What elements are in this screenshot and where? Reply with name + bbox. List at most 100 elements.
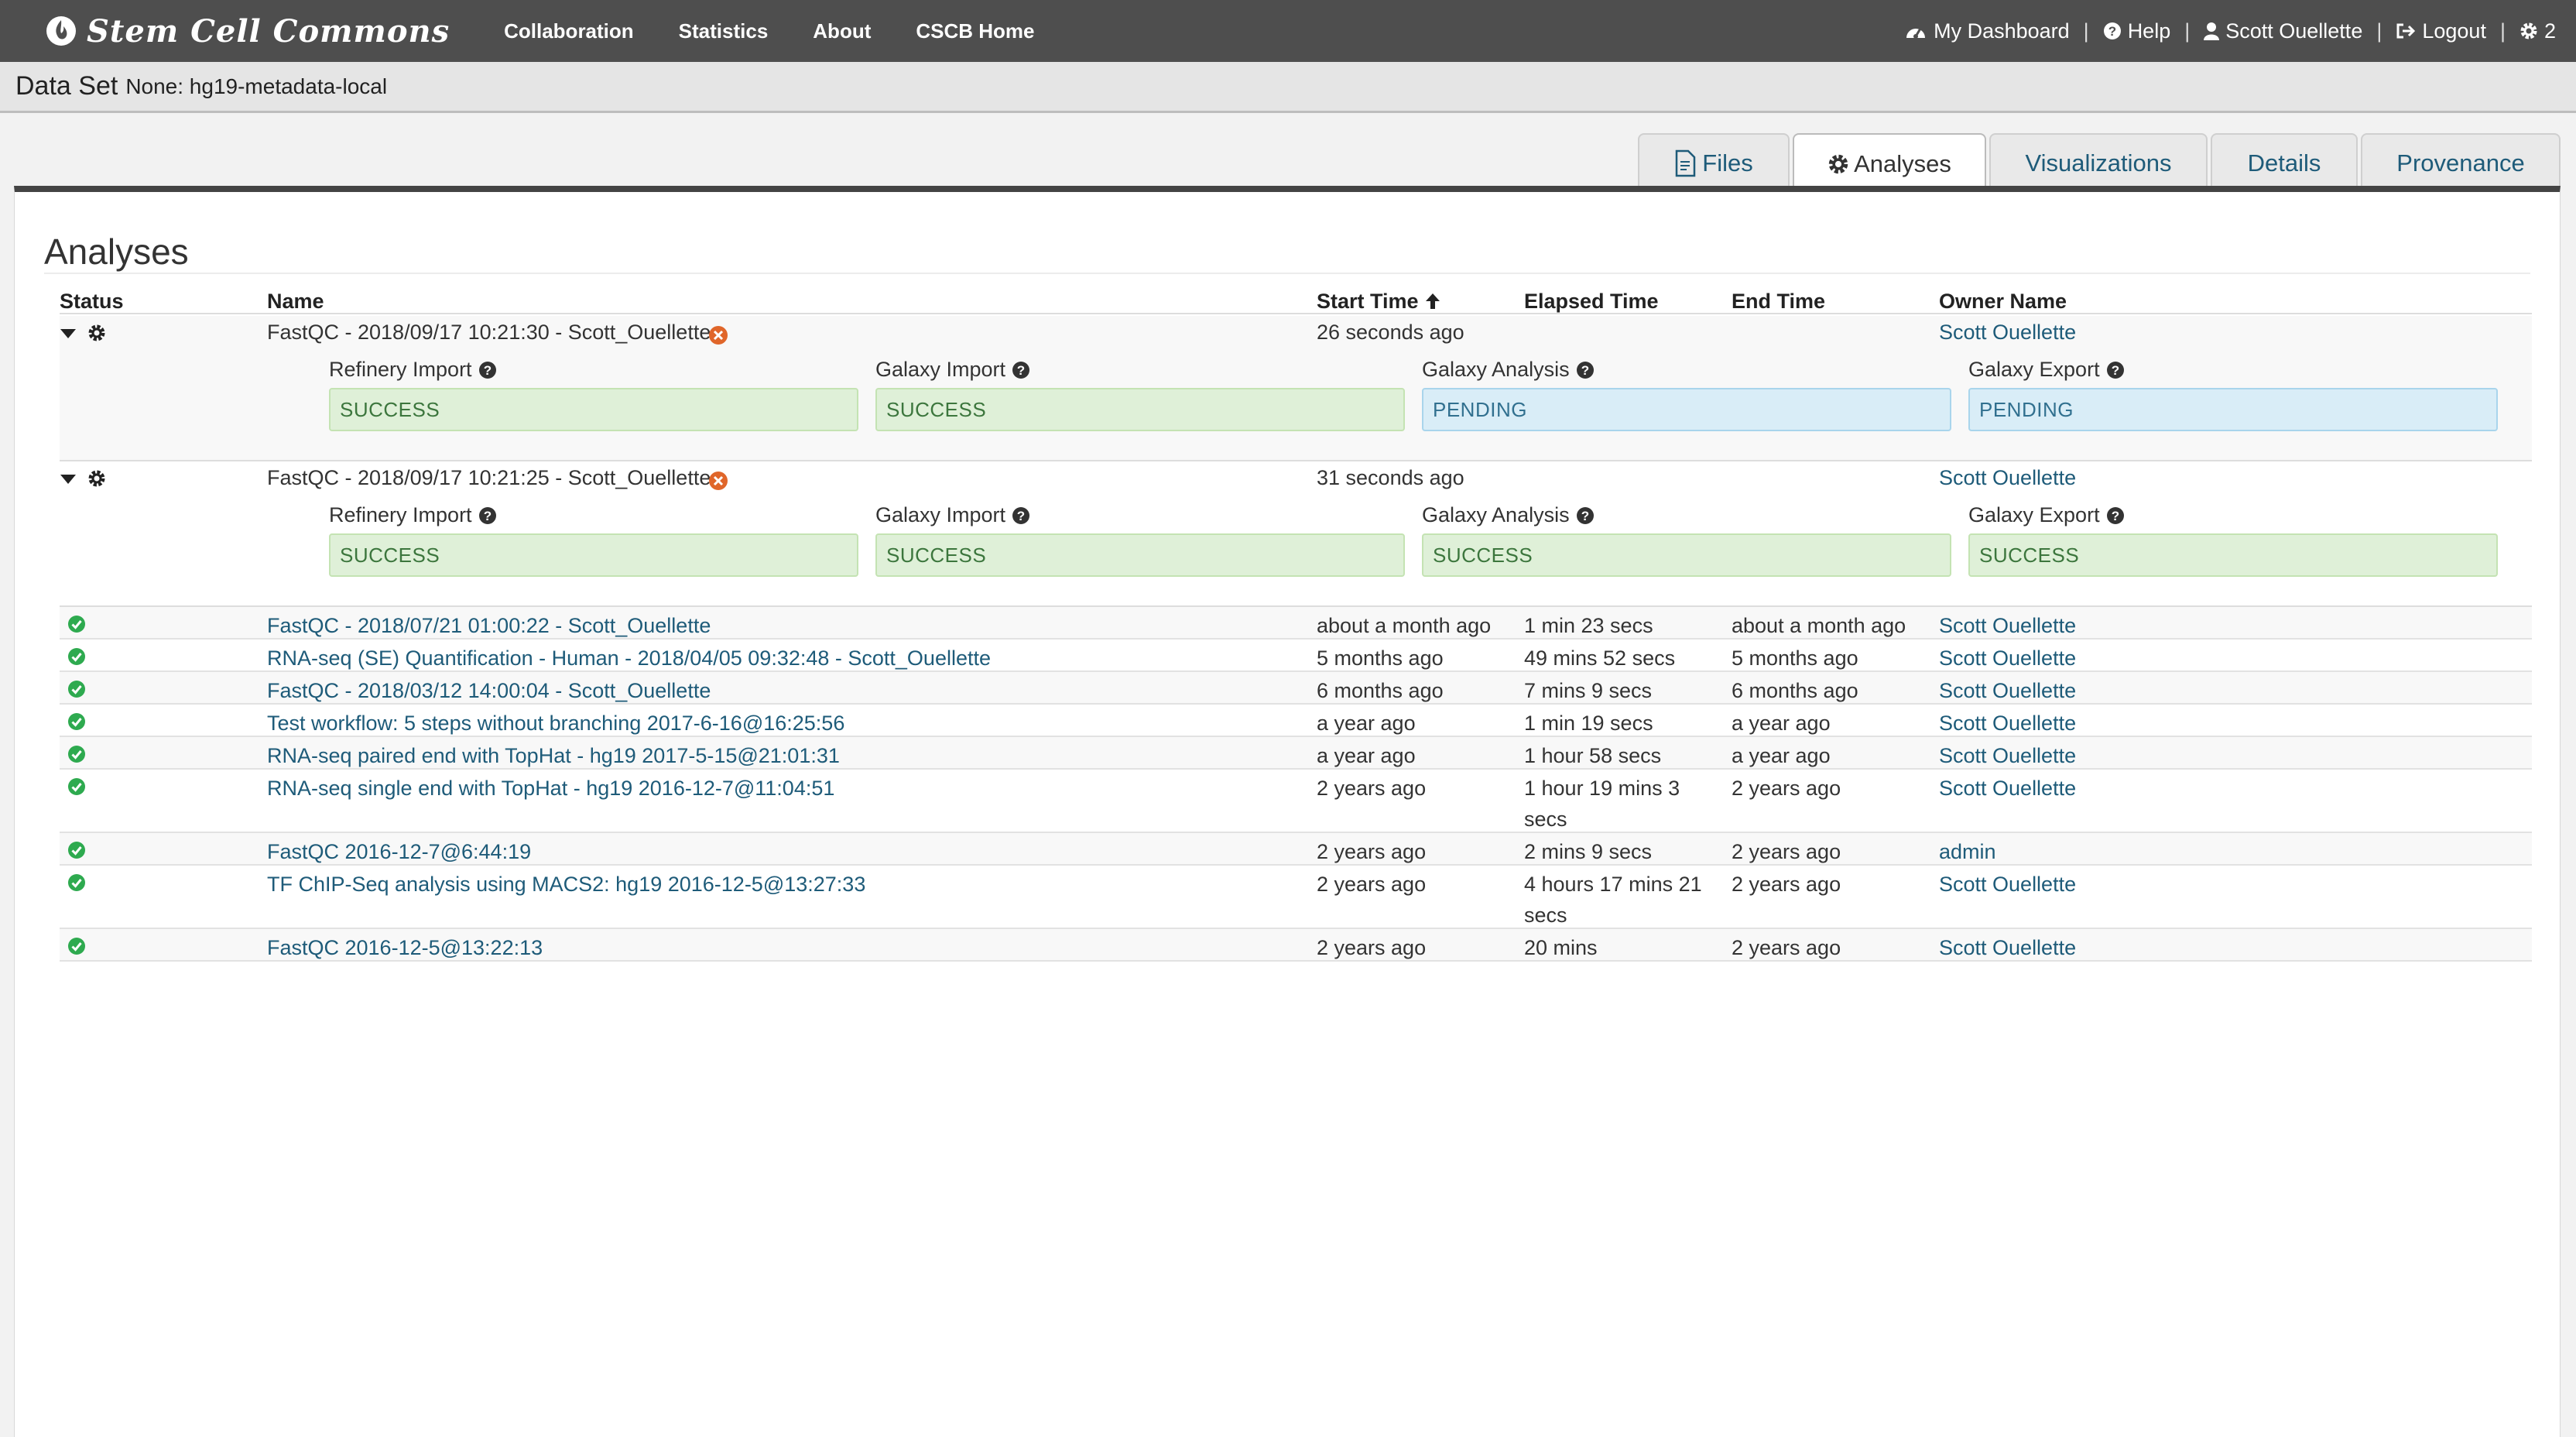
stage-galaxy-analysis: Galaxy Analysis? SUCCESS xyxy=(1422,503,1951,577)
end-time: 5 months ago xyxy=(1732,646,1858,670)
end-time: 2 years ago xyxy=(1732,840,1841,863)
elapsed-time: 49 mins 52 secs xyxy=(1524,646,1676,670)
question-circle-icon[interactable]: ? xyxy=(1012,361,1030,379)
cancel-circle-icon[interactable] xyxy=(708,471,728,491)
owner-link[interactable]: Scott Ouellette xyxy=(1939,708,2076,739)
start-time: 31 seconds ago xyxy=(1317,466,1464,489)
owner-link[interactable]: Scott Ouellette xyxy=(1939,466,2076,490)
arrow-up-icon xyxy=(1426,293,1440,309)
dataset-label: Data Set xyxy=(15,71,118,101)
dashboard-link[interactable]: My Dashboard xyxy=(1904,19,2070,43)
column-end-time[interactable]: End Time xyxy=(1732,290,1825,314)
svg-text:?: ? xyxy=(1581,363,1588,378)
question-circle-icon[interactable]: ? xyxy=(2106,361,2125,379)
column-elapsed-time[interactable]: Elapsed Time xyxy=(1524,290,1659,314)
analysis-name-link[interactable]: RNA-seq (SE) Quantification - Human - 20… xyxy=(267,643,991,674)
svg-text:?: ? xyxy=(2108,24,2115,39)
owner-link[interactable]: Scott Ouellette xyxy=(1939,740,2076,771)
nav-about[interactable]: About xyxy=(813,19,871,43)
question-circle-icon: ? xyxy=(2103,22,2121,39)
cancel-circle-icon[interactable] xyxy=(708,325,728,345)
owner-link[interactable]: Scott Ouellette xyxy=(1939,643,2076,674)
nav-collaboration[interactable]: Collaboration xyxy=(504,19,634,43)
stage-status: PENDING xyxy=(1968,388,2498,431)
help-link[interactable]: ? Help xyxy=(2103,19,2170,43)
question-circle-icon[interactable]: ? xyxy=(1576,506,1595,525)
user-name: Scott Ouellette xyxy=(2225,19,2363,43)
tab-visualizations-label: Visualizations xyxy=(2025,149,2172,177)
elapsed-time-wrap: secs xyxy=(1524,904,1567,927)
tab-analyses[interactable]: Analyses xyxy=(1793,133,1986,194)
column-owner-name[interactable]: Owner Name xyxy=(1939,290,2067,314)
question-circle-icon[interactable]: ? xyxy=(2106,506,2125,525)
stage-title: Galaxy Import xyxy=(875,358,1006,381)
analysis-name-link[interactable]: FastQC 2016-12-5@13:22:13 xyxy=(267,932,543,963)
start-time: 26 seconds ago xyxy=(1317,321,1464,344)
caret-down-icon[interactable] xyxy=(60,328,77,339)
table-row: RNA-seq (SE) Quantification - Human - 20… xyxy=(60,640,2532,672)
analysis-name-link[interactable]: FastQC - 2018/03/12 14:00:04 - Scott_Oue… xyxy=(267,675,711,706)
stage-galaxy-analysis: Galaxy Analysis? PENDING xyxy=(1422,358,1951,431)
check-circle-icon xyxy=(68,938,85,955)
end-time: a year ago xyxy=(1732,712,1831,735)
analysis-name-link[interactable]: RNA-seq single end with TopHat - hg19 20… xyxy=(267,773,834,804)
column-status[interactable]: Status xyxy=(60,290,124,314)
flame-icon xyxy=(46,16,76,46)
user-profile-link[interactable]: Scott Ouellette xyxy=(2204,19,2362,43)
svg-text:?: ? xyxy=(2111,509,2119,523)
table-row: RNA-seq paired end with TopHat - hg19 20… xyxy=(60,737,2532,770)
nav-cscb-home[interactable]: CSCB Home xyxy=(916,19,1034,43)
end-time: 2 years ago xyxy=(1732,777,1841,800)
check-circle-icon xyxy=(68,616,85,633)
column-start-time[interactable]: Start Time xyxy=(1317,290,1441,314)
table-row: FastQC 2016-12-7@6:44:19 2 years ago 2 m… xyxy=(60,833,2532,866)
tab-provenance[interactable]: Provenance xyxy=(2361,133,2561,192)
tab-details-label: Details xyxy=(2247,149,2321,177)
analysis-name-link[interactable]: Test workflow: 5 steps without branching… xyxy=(267,708,844,739)
elapsed-time: 1 hour 58 secs xyxy=(1524,744,1662,767)
check-circle-icon xyxy=(68,746,85,763)
analysis-name-link[interactable]: TF ChIP-Seq analysis using MACS2: hg19 2… xyxy=(267,869,865,900)
tab-files[interactable]: Files xyxy=(1638,133,1790,192)
brand-link[interactable]: Stem Cell Commons xyxy=(45,13,450,50)
owner-link[interactable]: Scott Ouellette xyxy=(1939,610,2076,641)
question-circle-icon[interactable]: ? xyxy=(478,506,497,525)
logout-link[interactable]: Logout xyxy=(2396,19,2486,43)
owner-link[interactable]: admin xyxy=(1939,836,1996,867)
tab-details[interactable]: Details xyxy=(2211,133,2358,192)
start-time: 2 years ago xyxy=(1317,777,1427,800)
owner-link[interactable]: Scott Ouellette xyxy=(1939,773,2076,804)
analysis-name-link[interactable]: FastQC 2016-12-7@6:44:19 xyxy=(267,836,531,867)
column-name[interactable]: Name xyxy=(267,290,324,314)
svg-text:?: ? xyxy=(1017,509,1025,523)
end-time: about a month ago xyxy=(1732,614,1906,637)
notifications-button[interactable]: 2 xyxy=(2519,19,2556,43)
user-icon xyxy=(2204,22,2220,40)
tab-visualizations[interactable]: Visualizations xyxy=(1989,133,2208,192)
logout-label: Logout xyxy=(2422,19,2486,43)
owner-link[interactable]: Scott Ouellette xyxy=(1939,932,2076,963)
running-analysis-row: FastQC - 2018/09/17 10:21:25 - Scott_Oue… xyxy=(60,461,2532,607)
elapsed-time: 1 min 19 secs xyxy=(1524,712,1653,735)
top-navbar: Stem Cell Commons Collaboration Statisti… xyxy=(0,0,2576,62)
start-time: 5 months ago xyxy=(1317,646,1444,670)
nav-statistics[interactable]: Statistics xyxy=(679,19,769,43)
gear-icon xyxy=(1828,154,1848,174)
column-start-time-label: Start Time xyxy=(1317,290,1419,313)
analysis-name-link[interactable]: FastQC - 2018/07/21 01:00:22 - Scott_Oue… xyxy=(267,610,711,641)
question-circle-icon[interactable]: ? xyxy=(1012,506,1030,525)
check-circle-icon xyxy=(68,681,85,698)
caret-down-icon[interactable] xyxy=(60,474,77,485)
dataset-name: None: hg19-metadata-local xyxy=(125,74,388,98)
main-nav: Collaboration Statistics About CSCB Home xyxy=(504,19,1079,43)
owner-link[interactable]: Scott Ouellette xyxy=(1939,869,2076,900)
brand-name: Stem Cell Commons xyxy=(87,12,450,50)
owner-link[interactable]: Scott Ouellette xyxy=(1939,321,2076,345)
start-time: about a month ago xyxy=(1317,614,1492,637)
question-circle-icon[interactable]: ? xyxy=(1576,361,1595,379)
check-circle-icon xyxy=(68,842,85,859)
analysis-name-link[interactable]: RNA-seq paired end with TopHat - hg19 20… xyxy=(267,740,840,771)
question-circle-icon[interactable]: ? xyxy=(478,361,497,379)
dashboard-label: My Dashboard xyxy=(1934,19,2070,43)
owner-link[interactable]: Scott Ouellette xyxy=(1939,675,2076,706)
